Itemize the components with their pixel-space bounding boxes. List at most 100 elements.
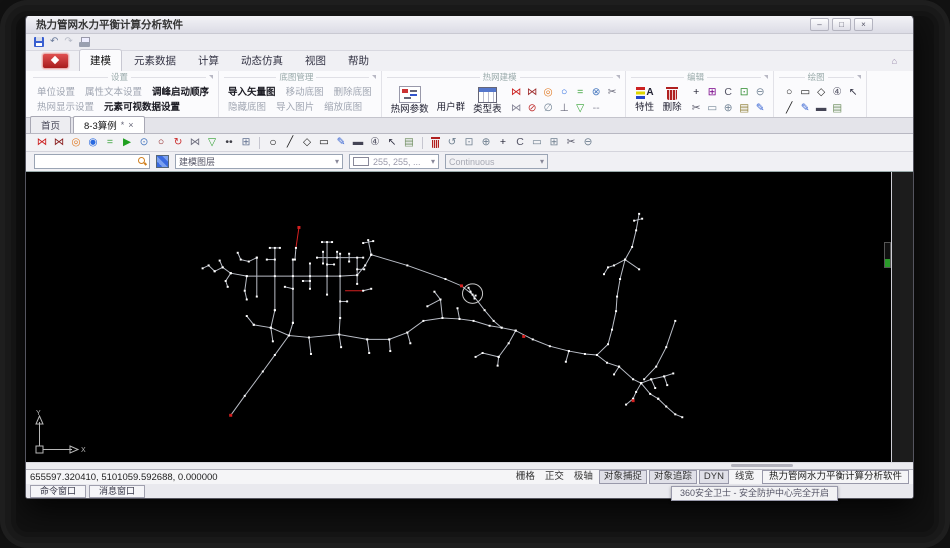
ellipse-icon[interactable]: ∅: [541, 101, 556, 115]
draw-circled4-icon[interactable]: ④: [830, 85, 845, 99]
draw-bar-icon[interactable]: ▬: [350, 135, 366, 150]
toggle-polar[interactable]: 极轴: [570, 471, 597, 483]
node-icon[interactable]: ○: [557, 85, 572, 99]
edit-pen-icon[interactable]: ✎: [753, 101, 768, 115]
paste-icon[interactable]: ⊡: [737, 85, 752, 99]
zoom-in-icon[interactable]: ⊕: [478, 135, 494, 150]
toggle-ortho[interactable]: 正交: [541, 471, 568, 483]
doc-tab-example[interactable]: 8-3算例 * ×: [73, 116, 145, 133]
move-basemap-button[interactable]: 移动底图: [282, 86, 328, 99]
toggle-lineweight[interactable]: 线宽: [731, 471, 758, 483]
rotate-icon[interactable]: C: [512, 135, 528, 150]
node-icon[interactable]: ◉: [85, 135, 101, 150]
cut-icon[interactable]: ✂: [563, 135, 579, 150]
draw-circle-icon[interactable]: ○: [265, 135, 281, 150]
image-icon[interactable]: ▤: [401, 135, 417, 150]
chart-icon[interactable]: ⊞: [238, 135, 254, 150]
copy-icon[interactable]: ⊞: [546, 135, 562, 150]
draw-rect-icon[interactable]: ▭: [798, 85, 813, 99]
rotate-icon[interactable]: C: [721, 85, 736, 99]
bowtie-valve-icon[interactable]: ⋈: [509, 101, 524, 115]
network-params-button[interactable]: 热网参数: [387, 83, 433, 117]
hide-basemap-button[interactable]: 隐藏底图: [224, 101, 270, 114]
move-icon[interactable]: +: [495, 135, 511, 150]
draw-polygon-icon[interactable]: ◇: [299, 135, 315, 150]
dialog-launcher-icon[interactable]: [615, 75, 620, 79]
zoom-out-icon[interactable]: ⊖: [753, 85, 768, 99]
heat-source-icon[interactable]: ◎: [541, 85, 556, 99]
valve-station-icon[interactable]: ⋈: [525, 85, 540, 99]
draw-circled4-icon[interactable]: ④: [367, 135, 383, 150]
toggle-osnap[interactable]: 对象捕捉: [598, 470, 647, 484]
frame-icon[interactable]: ▭: [529, 135, 545, 150]
print-icon[interactable]: [78, 37, 90, 47]
zoom-out-icon[interactable]: ⊖: [580, 135, 596, 150]
user-group-button[interactable]: 用户群: [433, 83, 470, 117]
clipboard-icon[interactable]: ▤: [737, 101, 752, 115]
pipe-network-drawing[interactable]: [26, 172, 891, 462]
copy-icon[interactable]: ⊞: [705, 85, 720, 99]
delete-button[interactable]: 删除: [659, 83, 686, 117]
tab-view[interactable]: 视图: [295, 50, 336, 71]
dash-icon[interactable]: --: [589, 101, 604, 115]
tab-dynamic-simulation[interactable]: 动态仿真: [231, 50, 293, 71]
delete-icon[interactable]: [431, 137, 440, 149]
pipe-icon[interactable]: =: [573, 85, 588, 99]
minimize-icon[interactable]: –: [810, 17, 829, 31]
draw-image-icon[interactable]: ▤: [830, 101, 845, 115]
move-icon[interactable]: +: [689, 85, 704, 99]
application-menu-button[interactable]: [42, 53, 69, 69]
filter-icon[interactable]: ▽: [204, 135, 220, 150]
doc-tab-home[interactable]: 首页: [30, 116, 72, 133]
peak-start-order-button[interactable]: 调峰启动顺序: [148, 86, 213, 99]
search-input[interactable]: [37, 156, 138, 167]
refresh-icon[interactable]: ↺: [444, 135, 460, 150]
close-icon[interactable]: ×: [854, 17, 873, 31]
draw-pen-icon[interactable]: ✎: [798, 101, 813, 115]
dialog-launcher-icon[interactable]: [856, 75, 861, 79]
draw-rect-icon[interactable]: ▭: [316, 135, 332, 150]
layer-select[interactable]: 建模图层 ▾: [175, 154, 343, 169]
message-window-tab[interactable]: 消息窗口: [89, 484, 146, 498]
loop-icon[interactable]: ↻: [170, 135, 186, 150]
scrollbar-thumb[interactable]: [731, 464, 793, 467]
color-select[interactable]: 255, 255, ... ▾: [349, 154, 439, 169]
draw-bar-icon[interactable]: ▬: [814, 101, 829, 115]
layers-icon[interactable]: [156, 155, 169, 168]
draw-pen-icon[interactable]: ✎: [333, 135, 349, 150]
toggle-dyn[interactable]: DYN: [698, 470, 729, 484]
select-icon[interactable]: ↖: [384, 135, 400, 150]
pump-icon[interactable]: ⊙: [136, 135, 152, 150]
linetype-select[interactable]: Continuous ▾: [445, 154, 548, 169]
pipe-icon[interactable]: =: [102, 135, 118, 150]
arc-icon[interactable]: ○: [153, 135, 169, 150]
network-display-settings-button[interactable]: 热网显示设置: [33, 101, 98, 114]
search-icon[interactable]: [138, 157, 147, 166]
dialog-launcher-icon[interactable]: [209, 75, 214, 79]
cut-pipe-icon[interactable]: ✂: [605, 85, 620, 99]
toggle-grid[interactable]: 栅格: [512, 471, 539, 483]
dialog-launcher-icon[interactable]: [371, 75, 376, 79]
element-visible-data-settings-button[interactable]: 元素可视数据设置: [100, 101, 184, 114]
mini-side-panel[interactable]: [884, 242, 891, 268]
select-rect-icon[interactable]: ▭: [705, 101, 720, 115]
command-window-tab[interactable]: 命令窗口: [30, 484, 87, 498]
tab-modeling[interactable]: 建模: [79, 49, 122, 71]
bowtie-valve-icon[interactable]: ⋈: [187, 135, 203, 150]
draw-line-icon[interactable]: ╱: [782, 101, 797, 115]
draw-circle-icon[interactable]: ○: [782, 85, 797, 99]
restore-icon[interactable]: □: [832, 17, 851, 31]
valve-icon[interactable]: ⋈: [509, 85, 524, 99]
drawing-canvas[interactable]: Y X: [26, 172, 892, 462]
dots-icon[interactable]: ••: [221, 135, 237, 150]
ribbon-options-icon[interactable]: ⌂: [892, 56, 897, 66]
redo-icon[interactable]: ↷: [64, 36, 72, 48]
scale-basemap-button[interactable]: 缩放底图: [320, 101, 366, 114]
save-icon[interactable]: [34, 37, 44, 47]
draw-cursor-icon[interactable]: ↖: [846, 85, 861, 99]
tab-calculation[interactable]: 计算: [188, 50, 229, 71]
tab-help[interactable]: 帮助: [338, 50, 379, 71]
cross-node-icon[interactable]: ⊗: [589, 85, 604, 99]
draw-line-icon[interactable]: ╱: [282, 135, 298, 150]
filter-icon[interactable]: ▽: [573, 101, 588, 115]
